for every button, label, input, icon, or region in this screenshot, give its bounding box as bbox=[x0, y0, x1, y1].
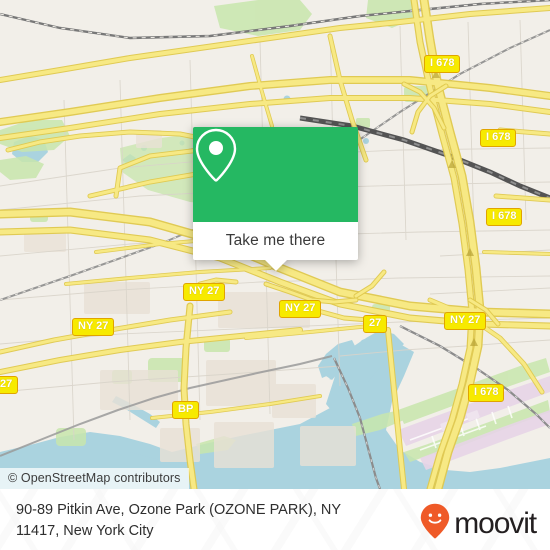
shield-i678-1: I 678 bbox=[424, 55, 461, 73]
take-me-there-label: Take me there bbox=[225, 232, 326, 249]
shield-i678-3: I 678 bbox=[486, 208, 523, 226]
address-line-2: 11417, New York City bbox=[16, 523, 154, 539]
address-text: 90-89 Pitkin Ave, Ozone Park (OZONE PARK… bbox=[16, 500, 386, 542]
moovit-wordmark: moovit bbox=[454, 506, 537, 540]
osm-attribution[interactable]: © OpenStreetMap contributors bbox=[0, 468, 189, 489]
popup-image-area bbox=[193, 127, 358, 222]
location-popup-card[interactable]: Take me there bbox=[193, 127, 358, 271]
address-line-1: 90-89 Pitkin Ave, Ozone Park (OZONE PARK… bbox=[16, 502, 342, 518]
shield-27-2: 27 bbox=[0, 376, 19, 394]
shield-ny27-2: NY 27 bbox=[279, 300, 322, 318]
map-screenshot: I 678 I 678 I 678 I 678 NY 27 NY 27 NY 2… bbox=[0, 0, 550, 550]
shield-ny27-3: NY 27 bbox=[444, 312, 487, 330]
shield-i678-4: I 678 bbox=[468, 384, 505, 402]
moovit-smiley-pin-icon bbox=[420, 503, 450, 544]
shield-ny27-4: NY 27 bbox=[72, 318, 115, 336]
shield-27-1: 27 bbox=[363, 315, 388, 333]
moovit-logo[interactable]: moovit bbox=[420, 503, 537, 544]
popup-action-bar[interactable]: Take me there bbox=[193, 222, 358, 260]
shield-ny27-1: NY 27 bbox=[183, 283, 226, 301]
footer-bar: 90-89 Pitkin Ave, Ozone Park (OZONE PARK… bbox=[0, 489, 550, 550]
shield-i678-2: I 678 bbox=[480, 129, 517, 147]
shield-bp: BP bbox=[172, 401, 200, 419]
map-canvas[interactable]: I 678 I 678 I 678 I 678 NY 27 NY 27 NY 2… bbox=[0, 0, 550, 489]
popup-pointer-tail bbox=[264, 260, 287, 271]
